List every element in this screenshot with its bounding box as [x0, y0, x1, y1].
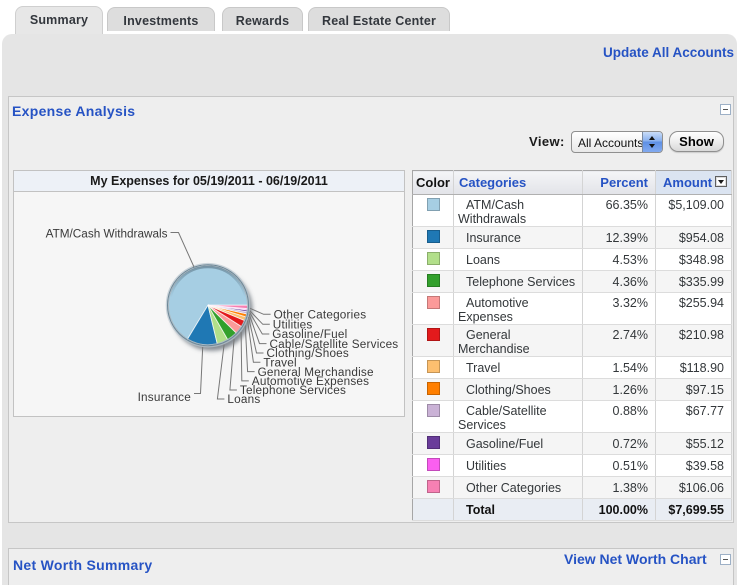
- svg-text:ATM/Cash Withdrawals: ATM/Cash Withdrawals: [46, 228, 168, 241]
- svg-text:Insurance: Insurance: [138, 391, 192, 404]
- svg-text:Loans: Loans: [227, 393, 260, 406]
